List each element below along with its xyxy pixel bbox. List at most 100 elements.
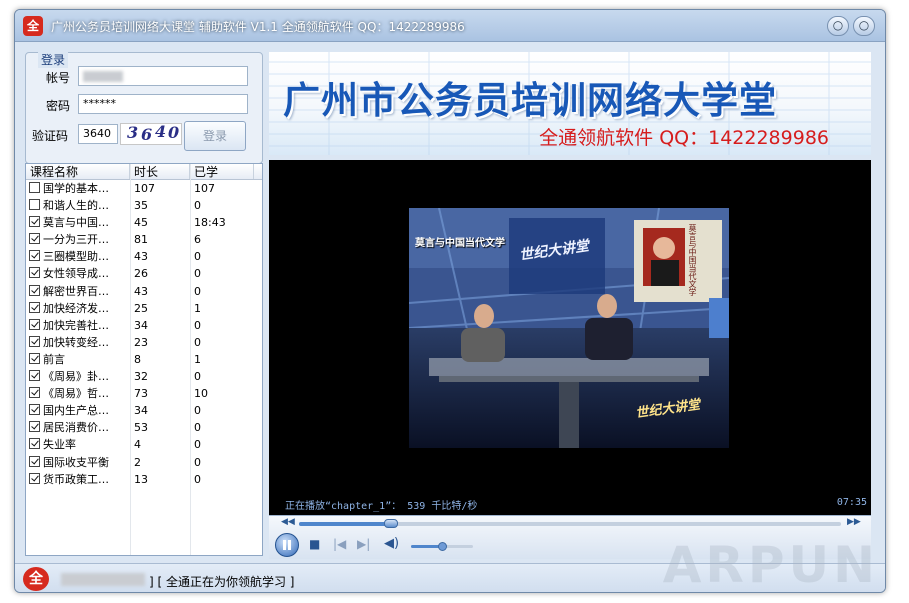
seek-bar[interactable] xyxy=(299,519,841,528)
volume-slider[interactable] xyxy=(411,542,473,551)
table-row[interactable]: 一分为三开… 81 6 xyxy=(26,231,262,248)
table-row[interactable]: 加快经济发… 25 1 xyxy=(26,300,262,317)
course-checkbox[interactable] xyxy=(29,335,40,347)
table-row[interactable]: 加快完善社… 34 0 xyxy=(26,317,262,334)
seek-thumb[interactable] xyxy=(384,519,399,528)
course-name-cell: 国学的基本… xyxy=(26,180,130,197)
table-row[interactable]: 国际收支平衡 2 0 xyxy=(26,454,262,471)
stop-icon[interactable]: ■ xyxy=(309,538,320,550)
account-input[interactable] xyxy=(78,66,248,86)
previous-icon[interactable]: |◀ xyxy=(333,538,346,550)
column-divider xyxy=(190,164,191,555)
course-name-cell: 和谐人生的… xyxy=(26,197,130,214)
table-row[interactable]: 国内生产总… 34 0 xyxy=(26,402,262,419)
course-checkbox[interactable] xyxy=(29,387,40,399)
course-duration: 13 xyxy=(134,472,148,486)
course-duration: 23 xyxy=(134,335,148,349)
course-checkbox[interactable] xyxy=(29,250,40,262)
course-checkbox[interactable] xyxy=(29,182,40,193)
playback-time: 07:35 xyxy=(836,497,867,508)
course-name: 三圈模型助… xyxy=(43,250,109,264)
password-input[interactable]: ****** xyxy=(78,94,248,114)
course-learned: 0 xyxy=(194,421,201,435)
table-row[interactable]: 前言 8 1 xyxy=(26,351,262,368)
video-frame: 莫言与中国当代文学 世纪大讲堂 莫言与中国当代文学 世纪大讲堂 xyxy=(409,208,729,448)
course-checkbox[interactable] xyxy=(29,472,40,484)
course-duration: 34 xyxy=(134,318,148,332)
course-list[interactable]: 课程名称 时长 已学 国学的基本… 107 107 和谐人生的… 35 0 莫言与中国… 45… xyxy=(25,163,263,556)
course-checkbox[interactable] xyxy=(29,284,40,296)
video-player[interactable]: 莫言与中国当代文学 世纪大讲堂 莫言与中国当代文学 世纪大讲堂 正在播放“cha… xyxy=(269,160,871,515)
minimize-button[interactable]: ○ xyxy=(827,16,849,36)
course-name: 居民消费价… xyxy=(43,421,109,435)
course-checkbox[interactable] xyxy=(29,301,40,313)
banner: 广州市公务员培训网络大学堂 全通领航软件 QQ：1422289986 xyxy=(269,52,871,155)
table-row[interactable]: 《周易》哲… 73 10 xyxy=(26,385,262,402)
course-checkbox[interactable] xyxy=(29,352,40,364)
course-learned: 0 xyxy=(194,335,201,349)
course-checkbox[interactable] xyxy=(29,455,40,467)
course-name: 《周易》哲… xyxy=(43,387,109,401)
close-button[interactable]: ○ xyxy=(853,16,875,36)
column-header-name[interactable]: 课程名称 xyxy=(26,164,130,179)
table-row[interactable]: 和谐人生的… 35 0 xyxy=(26,197,262,214)
course-name: 国际收支平衡 xyxy=(43,455,109,469)
course-name: 国学的基本… xyxy=(43,182,109,195)
course-duration: 43 xyxy=(134,284,148,298)
table-row[interactable]: 货币政策工… 13 0 xyxy=(26,471,262,488)
login-button[interactable]: 登录 xyxy=(184,121,246,151)
course-rows: 国学的基本… 107 107 和谐人生的… 35 0 莫言与中国… 45 18:43 一分为三开…… xyxy=(26,180,262,488)
course-learned: 0 xyxy=(194,370,201,384)
app-status-icon: 全 xyxy=(23,567,49,591)
course-checkbox[interactable] xyxy=(29,267,40,279)
list-header: 课程名称 时长 已学 xyxy=(26,164,262,180)
column-header-learned[interactable]: 已学 xyxy=(190,164,254,179)
seek-back-icon[interactable]: ◀◀ xyxy=(281,517,295,527)
course-checkbox[interactable] xyxy=(29,438,40,450)
course-duration: 26 xyxy=(134,267,148,281)
table-row[interactable]: 加快转变经… 23 0 xyxy=(26,334,262,351)
captcha-label: 验证码 xyxy=(32,129,69,143)
course-name: 失业率 xyxy=(43,438,76,452)
captcha-char: 0 xyxy=(168,123,180,142)
window-title: 广州公务员培训网络大课堂 辅助软件 V1.1 全通领航软件 QQ：1422289… xyxy=(51,20,465,34)
course-duration: 25 xyxy=(134,301,148,315)
seek-forward-icon[interactable]: ▶▶ xyxy=(847,517,861,527)
captcha-input[interactable]: 3640 xyxy=(78,124,118,144)
course-name-cell: 国内生产总… xyxy=(26,402,130,419)
table-row[interactable]: 失业率 4 0 xyxy=(26,436,262,453)
course-duration: 2 xyxy=(134,455,141,469)
title-bar[interactable]: 全 广州公务员培训网络大课堂 辅助软件 V1.1 全通领航软件 QQ：14222… xyxy=(15,10,885,42)
course-checkbox[interactable] xyxy=(29,318,40,330)
user-redacted xyxy=(61,573,145,586)
table-row[interactable]: 三圈模型助… 43 0 xyxy=(26,248,262,265)
table-row[interactable]: 女性领导成… 26 0 xyxy=(26,265,262,282)
course-checkbox[interactable] xyxy=(29,233,40,245)
banner-subtitle: 全通领航软件 QQ：1422289986 xyxy=(539,127,829,149)
table-row[interactable]: 居民消费价… 53 0 xyxy=(26,419,262,436)
status-bar: 全 ] [ 全通正在为你领航学习 ] ARPUN xyxy=(15,536,885,592)
course-duration: 43 xyxy=(134,250,148,264)
video-book-text: 莫言与中国当代文学 xyxy=(688,224,697,296)
volume-icon[interactable]: ◀) xyxy=(384,537,399,550)
course-checkbox[interactable] xyxy=(29,199,40,211)
course-checkbox[interactable] xyxy=(29,370,40,382)
video-caption: 莫言与中国当代文学 xyxy=(415,238,505,249)
table-row[interactable]: 莫言与中国… 45 18:43 xyxy=(26,214,262,231)
app-logo-icon: 全 xyxy=(23,16,43,36)
column-header-duration[interactable]: 时长 xyxy=(130,164,190,179)
course-duration: 45 xyxy=(134,216,148,230)
table-row[interactable]: 国学的基本… 107 107 xyxy=(26,180,262,197)
course-checkbox[interactable] xyxy=(29,421,40,433)
course-duration: 34 xyxy=(134,404,148,418)
volume-thumb[interactable] xyxy=(438,542,447,551)
course-learned: 0 xyxy=(194,318,201,332)
table-row[interactable]: 《周易》卦… 32 0 xyxy=(26,368,262,385)
course-name: 加快转变经… xyxy=(43,335,109,349)
table-row[interactable]: 解密世界百… 43 0 xyxy=(26,283,262,300)
course-checkbox[interactable] xyxy=(29,404,40,416)
pause-button[interactable] xyxy=(275,533,299,557)
course-learned: 6 xyxy=(194,233,201,247)
next-icon[interactable]: ▶| xyxy=(357,538,370,550)
course-checkbox[interactable] xyxy=(29,216,40,228)
